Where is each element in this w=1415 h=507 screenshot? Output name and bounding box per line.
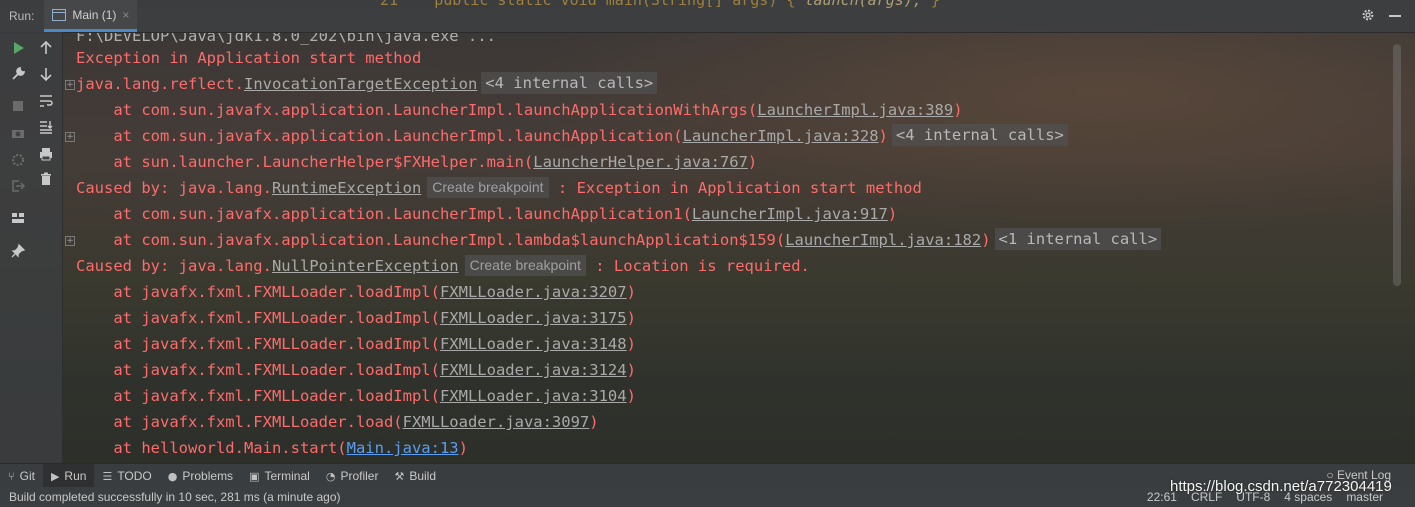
tool-window-git[interactable]: ⑂ Git: [0, 464, 43, 488]
list-icon: ☰: [102, 469, 113, 483]
fold-expand-icon[interactable]: +: [65, 132, 75, 142]
console-line: at javafx.fxml.FXMLLoader.loadImpl(FXMLL…: [76, 309, 636, 327]
console-line: Exception in Application start method: [76, 49, 422, 67]
exit-icon[interactable]: [7, 175, 29, 197]
source-link[interactable]: FXMLLoader.java:3207: [440, 283, 627, 301]
pin-icon[interactable]: [7, 240, 29, 262]
close-icon[interactable]: ×: [122, 8, 129, 22]
fold-expand-icon[interactable]: +: [65, 236, 75, 246]
internal-calls-badge[interactable]: <1 internal call>: [994, 228, 1162, 250]
tool-window-profiler[interactable]: ◔ Profiler: [318, 464, 387, 488]
tool-window-build[interactable]: ⚒ Build: [386, 464, 444, 488]
scroll-to-end-icon[interactable]: [35, 116, 57, 138]
console-line: at sun.launcher.LauncherHelper$FXHelper.…: [76, 153, 758, 171]
source-link[interactable]: FXMLLoader.java:3175: [440, 309, 627, 327]
exception-class-link[interactable]: RuntimeException: [272, 179, 421, 197]
create-breakpoint-button[interactable]: Create breakpoint: [427, 177, 549, 198]
source-link[interactable]: FXMLLoader.java:3097: [403, 413, 590, 431]
console-window-icon: [52, 8, 67, 21]
console-output[interactable]: F:\DEVELOP\Java\jdk1.8.0_202\bin\java.ex…: [63, 32, 1393, 463]
console-line: at javafx.fxml.FXMLLoader.loadImpl(FXMLL…: [76, 387, 636, 405]
source-link[interactable]: LauncherImpl.java:917: [692, 205, 888, 223]
minimize-icon[interactable]: [1389, 15, 1401, 17]
info-icon: ●: [167, 469, 178, 483]
console-line: Caused by: java.lang.NullPointerExceptio…: [76, 255, 810, 276]
create-breakpoint-button[interactable]: Create breakpoint: [464, 255, 586, 276]
hammer-icon: ⚒: [394, 469, 405, 483]
tab-main[interactable]: Main (1) ×: [44, 0, 138, 32]
console-line: at javafx.fxml.FXMLLoader.loadImpl(FXMLL…: [76, 335, 636, 353]
source-link[interactable]: LauncherImpl.java:328: [683, 127, 879, 145]
editor-code-peek: 21 public static void main(String[] args…: [380, 0, 940, 9]
profiler-icon: ◔: [325, 469, 336, 483]
stop-icon[interactable]: [7, 95, 29, 117]
console-line: at javafx.fxml.FXMLLoader.load(FXMLLoade…: [76, 413, 599, 431]
soft-wrap-icon[interactable]: [35, 90, 57, 112]
tab-main-label: Main (1): [72, 7, 117, 22]
run-tool-window-header: Run: Main (1) × 21 public static void ma…: [0, 0, 1415, 33]
tool-window-terminal[interactable]: ▣ Terminal: [241, 464, 318, 488]
fold-expand-icon[interactable]: +: [65, 80, 75, 90]
header-actions: [1361, 8, 1401, 22]
console-line: java.lang.reflect.InvocationTargetExcept…: [76, 71, 658, 97]
play-icon: ▶: [50, 469, 60, 483]
watermark-url: https://blog.csdn.net/a772304419: [1170, 478, 1392, 495]
tool-window-problems[interactable]: ● Problems: [160, 464, 241, 488]
arrow-up-icon[interactable]: [35, 37, 57, 59]
run-label: Run:: [9, 9, 35, 23]
rerun-icon[interactable]: [7, 37, 29, 59]
console-line: at javafx.fxml.FXMLLoader.loadImpl(FXMLL…: [76, 283, 636, 301]
settings-restore-icon[interactable]: [7, 149, 29, 171]
console-line: Caused by: java.lang.RuntimeException Cre…: [76, 177, 922, 198]
print-icon[interactable]: [35, 143, 57, 165]
gear-icon[interactable]: [1361, 8, 1375, 22]
terminal-icon: ▣: [249, 469, 260, 483]
trash-icon[interactable]: [35, 168, 57, 190]
console-line: at javafx.fxml.FXMLLoader.loadImpl(FXMLL…: [76, 361, 636, 379]
status-message[interactable]: Build completed successfully in 10 sec, …: [9, 490, 341, 504]
console-line: at com.sun.javafx.application.LauncherIm…: [76, 205, 898, 223]
console-scrollbar[interactable]: [1393, 44, 1401, 286]
run-toolbar: [0, 32, 63, 463]
tool-window-todo[interactable]: ☰ TODO: [94, 464, 159, 488]
console-line: at com.sun.javafx.application.LauncherIm…: [76, 123, 1068, 149]
tool-window-run[interactable]: ▶ Run: [42, 464, 95, 488]
internal-calls-badge[interactable]: <4 internal calls>: [481, 72, 658, 94]
exception-class-link[interactable]: InvocationTargetException: [244, 75, 477, 93]
internal-calls-badge[interactable]: <4 internal calls>: [891, 124, 1068, 146]
source-link[interactable]: LauncherHelper.java:767: [533, 153, 748, 171]
source-link[interactable]: LauncherImpl.java:182: [785, 231, 981, 249]
wrench-icon[interactable]: [7, 63, 29, 85]
console-line: at helloworld.Main.start(Main.java:13): [76, 439, 468, 457]
console-line: at com.sun.javafx.application.LauncherIm…: [76, 101, 963, 119]
source-link[interactable]: Main.java:13: [347, 439, 459, 457]
exception-class-link[interactable]: NullPointerException: [272, 257, 459, 275]
source-link[interactable]: FXMLLoader.java:3124: [440, 361, 627, 379]
git-branch-icon: ⑂: [8, 469, 15, 483]
source-link[interactable]: FXMLLoader.java:3104: [440, 387, 627, 405]
source-link[interactable]: LauncherImpl.java:389: [757, 101, 953, 119]
source-link[interactable]: FXMLLoader.java:3148: [440, 335, 627, 353]
console-line: at com.sun.javafx.application.LauncherIm…: [76, 227, 1162, 253]
camera-icon[interactable]: [7, 122, 29, 144]
arrow-down-icon[interactable]: [35, 63, 57, 85]
layout-icon[interactable]: [7, 207, 29, 229]
